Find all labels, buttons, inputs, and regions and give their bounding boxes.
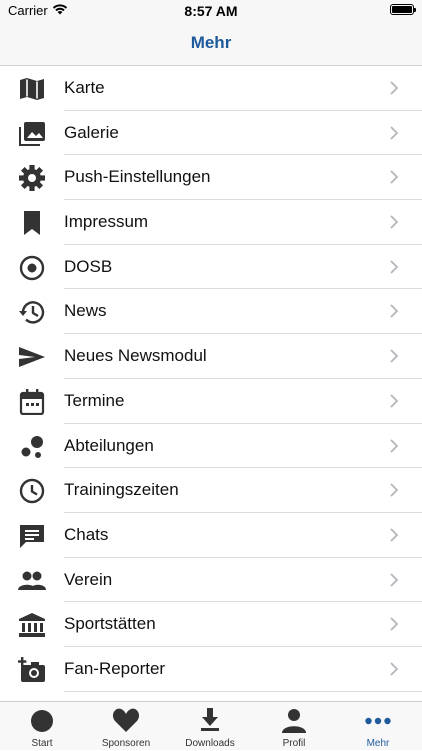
menu-item-push-einstellungen[interactable]: Push-Einstellungen [0,155,422,201]
menu-item-chats[interactable]: Chats [0,513,422,558]
tab-label: Profil [282,738,306,749]
gallery-icon [18,121,46,147]
menu-item-abteilungen[interactable]: Abteilungen [0,424,422,469]
menu-item-impressum[interactable]: Impressum [0,200,422,245]
menu-item-label: DOSB [64,256,113,276]
chevron-right-icon [390,304,399,319]
menu-item-label: Termine [64,390,125,410]
menu-item-label: Trainingszeiten [64,480,179,500]
gear-icon [18,165,46,192]
clock-icon [18,478,46,504]
menu-item-label: Abteilungen [64,435,154,455]
chevron-right-icon [390,394,399,408]
bubbles-icon [18,434,46,460]
tab-label: Mehr [366,738,390,749]
tab-profil[interactable]: Profil [252,702,336,751]
menu-item-label: Verein [64,569,113,589]
calendar-icon [18,388,46,415]
tab-sponsoren[interactable]: Sponsoren [84,702,168,751]
battery-icon [390,4,416,15]
menu-item-label: Karte [64,78,105,97]
circle-icon [28,706,56,734]
menu-item-label: Chats [64,524,109,544]
tab-downloads[interactable]: Downloads [168,702,252,751]
chevron-right-icon [390,572,399,587]
page-title: Mehr [190,33,232,52]
menu-item-verein[interactable]: Verein [0,558,422,603]
menu-item-trainingszeiten[interactable]: Trainingszeiten [0,468,422,513]
person-icon [280,706,308,734]
people-icon [18,568,46,594]
chevron-right-icon [390,81,399,95]
chevron-right-icon [390,126,399,140]
menu-item-fan-reporter[interactable]: Fan-Reporter [0,647,422,692]
menu-item-galerie[interactable]: Galerie [0,111,422,156]
menu-item-label: News [64,301,107,321]
tab-start[interactable]: Start [0,702,84,751]
separator [64,690,422,692]
menu-item-dosb[interactable]: DOSB [0,245,422,290]
menu-item-label: Neues Newsmodul [64,346,207,366]
chevron-right-icon [390,170,399,185]
tab-mehr[interactable]: Mehr [336,702,420,751]
chevron-right-icon [390,260,399,274]
bookmark-icon [18,210,46,236]
menu-item-label: Impressum [64,212,149,232]
chevron-right-icon [390,215,399,229]
chevron-right-icon [390,528,399,542]
menu-item-label: Sportstätten [64,614,156,634]
tab-label: Downloads [185,738,235,749]
chevron-right-icon [390,349,399,363]
menu-item-label: Galerie [64,122,119,142]
add-camera-icon [18,656,46,683]
menu-item-sportstaetten[interactable]: Sportstätten [0,602,422,647]
send-icon [18,344,46,370]
menu-item-label: Fan-Reporter [64,658,166,678]
menu-item-news[interactable]: News [0,289,422,335]
building-icon [18,612,46,638]
tab-label: Sponsoren [101,738,151,749]
chevron-right-icon [390,617,399,631]
history-icon [18,299,46,325]
navigation-bar: Mehr [0,22,422,66]
heart-icon [112,706,140,734]
menu-item-label: Push-Einstellungen [64,167,211,187]
clock-time: 8:57 AM [184,3,238,19]
chevron-right-icon [390,662,399,676]
menu-item-neues-newsmodul[interactable]: Neues Newsmodul [0,334,422,379]
tab-bar: Start Sponsoren Downloads Profil Mehr [0,701,422,750]
menu-item-termine[interactable]: Termine [0,379,422,424]
target-icon [18,255,46,281]
menu-item-karte[interactable]: Karte [0,66,422,111]
download-icon [196,706,224,734]
chat-icon [18,523,46,549]
chevron-right-icon [390,483,399,497]
more-icon [364,706,392,734]
menu-list: Karte Galerie Push-Einstellungen Impress… [0,66,422,692]
tab-label: Start [31,738,53,749]
map-icon [18,76,46,102]
chevron-right-icon [390,438,399,453]
status-bar: Carrier 8:57 AM [0,0,422,22]
